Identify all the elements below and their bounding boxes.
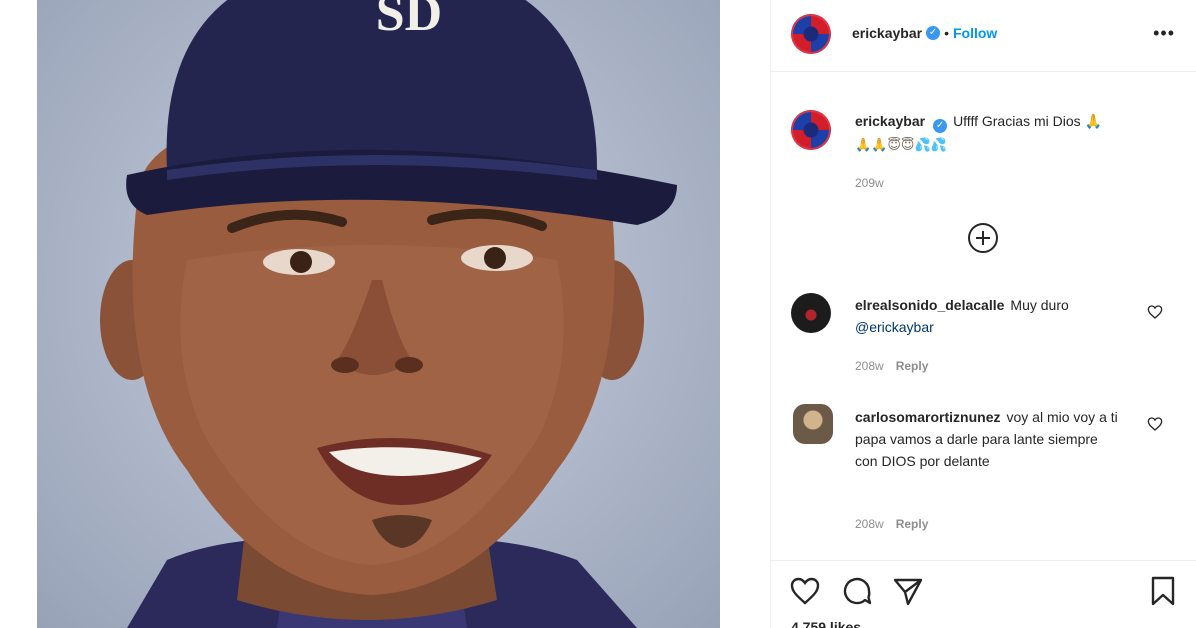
comment-mention[interactable]: @erickaybar: [855, 319, 934, 335]
instagram-post-view: SD erickaybar ✓ • Follow ••• erickaybar ✓…: [0, 0, 1196, 628]
comment-meta: 208w Reply: [855, 517, 928, 531]
more-options-icon[interactable]: •••: [1153, 24, 1175, 42]
comment-like-heart-icon[interactable]: [1147, 304, 1163, 320]
caption-emojis: 🙏🙏😇😇💦💦: [855, 137, 947, 152]
owner-avatar[interactable]: [791, 14, 831, 54]
header-user-line: erickaybar ✓ • Follow: [852, 25, 997, 41]
post-photo[interactable]: SD: [37, 0, 720, 628]
post-actions-bar: 4,759 likes: [771, 560, 1196, 628]
comment-meta: 208w Reply: [855, 359, 928, 373]
caption-body: Uffff Gracias mi Dios 🙏: [953, 113, 1102, 129]
caption-avatar[interactable]: [791, 110, 831, 150]
likes-count[interactable]: 4,759 likes: [791, 619, 861, 628]
comment-text: carlosomarortiznunez voy al mio voy a ti …: [855, 406, 1120, 472]
caption-meta: 209w: [855, 176, 884, 190]
caption-time[interactable]: 209w: [855, 176, 884, 190]
post-side-panel: erickaybar ✓ • Follow ••• erickaybar ✓ Uff…: [770, 0, 1196, 628]
header-separator: •: [944, 25, 949, 41]
comment-icon[interactable]: [841, 575, 873, 607]
share-icon[interactable]: [892, 575, 924, 607]
cap-logo-text: SD: [376, 0, 442, 42]
reply-button[interactable]: Reply: [896, 359, 929, 373]
comment-text: elrealsonido_delacalle Muy duro @erickayb…: [855, 294, 1145, 338]
comment-username[interactable]: elrealsonido_delacalle: [855, 297, 1004, 313]
verified-badge-icon: ✓: [926, 26, 941, 40]
follow-button[interactable]: Follow: [953, 25, 997, 41]
comment-username[interactable]: carlosomarortiznunez: [855, 409, 1000, 425]
caption-verified-badge-icon: ✓: [933, 119, 948, 133]
player-portrait-illustration: SD: [100, 0, 677, 628]
comment-like-heart-icon[interactable]: [1147, 416, 1163, 432]
caption-text: erickaybar ✓ Uffff Gracias mi Dios 🙏 🙏🙏😇😇💦…: [855, 110, 1145, 156]
comment-time[interactable]: 208w: [855, 359, 884, 373]
heart-icon[interactable]: [789, 575, 821, 607]
commenter-avatar[interactable]: [793, 404, 833, 444]
plus-circle-icon[interactable]: [967, 222, 999, 254]
comment-time[interactable]: 208w: [855, 517, 884, 531]
bookmark-icon[interactable]: [1147, 575, 1179, 607]
caption-username[interactable]: erickaybar: [855, 113, 925, 129]
reply-button[interactable]: Reply: [896, 517, 929, 531]
post-header: erickaybar ✓ • Follow •••: [771, 0, 1196, 72]
comment-body: Muy duro: [1010, 297, 1069, 313]
commenter-avatar[interactable]: [791, 293, 831, 333]
header-username[interactable]: erickaybar: [852, 25, 922, 41]
